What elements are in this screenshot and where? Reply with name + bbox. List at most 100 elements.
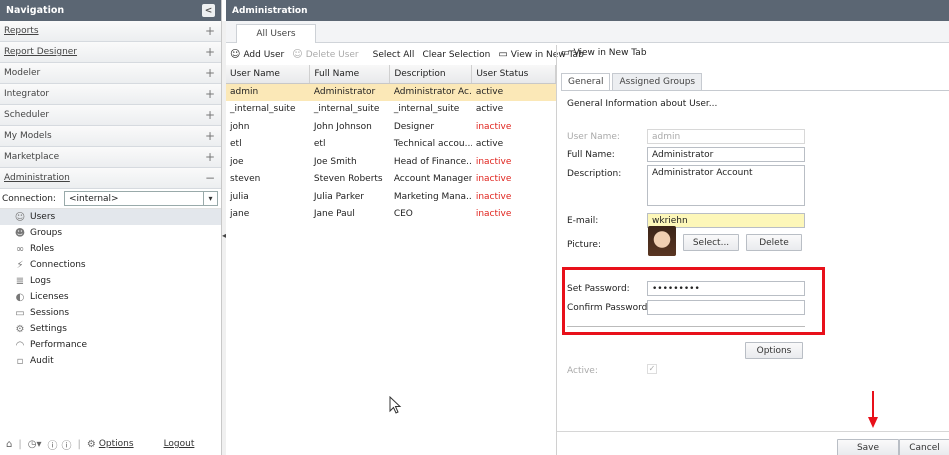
save-button[interactable]: Save bbox=[837, 439, 899, 455]
audit-icon: ▫ bbox=[16, 355, 24, 367]
collapse-icon[interactable]: − bbox=[205, 171, 215, 185]
tab-general[interactable]: General bbox=[561, 73, 611, 90]
table-row[interactable]: joe Joe Smith Head of Finance... inactiv… bbox=[226, 153, 556, 171]
add-user-button[interactable]: ☺ Add User bbox=[230, 49, 284, 60]
options-link[interactable]: Options bbox=[99, 439, 134, 449]
cell-status: inactive bbox=[475, 209, 512, 220]
tab-all-users[interactable]: All Users bbox=[236, 24, 316, 43]
table-row[interactable]: jane Jane Paul CEO inactive bbox=[226, 206, 556, 224]
cancel-button[interactable]: Cancel bbox=[899, 439, 949, 455]
mouse-cursor-icon bbox=[389, 396, 402, 414]
options-button[interactable]: Options bbox=[745, 342, 803, 359]
tab-bar: All Users bbox=[226, 21, 949, 43]
clear-selection-button[interactable]: Clear Selection bbox=[422, 50, 490, 60]
admin-item-sessions[interactable]: ▭ Sessions bbox=[0, 305, 221, 321]
user-detail-panel: ▭ View in New Tab General Assigned Group… bbox=[556, 45, 949, 455]
navigation-footer: ⌂ | ◷▾ ⓘ ⓘ | ⚙ Options Logout bbox=[6, 437, 195, 452]
admin-item-groups[interactable]: ☻ Groups bbox=[0, 225, 221, 241]
nav-section-scheduler[interactable]: Scheduler + bbox=[0, 105, 221, 126]
set-password-field[interactable]: ••••••••• bbox=[647, 281, 805, 296]
table-row[interactable]: _internal_suite _internal_suite _interna… bbox=[226, 101, 556, 119]
expand-icon[interactable]: + bbox=[205, 129, 215, 143]
column-header-description[interactable]: Description bbox=[389, 65, 473, 84]
logout-link[interactable]: Logout bbox=[164, 439, 195, 449]
confirm-password-field[interactable] bbox=[647, 300, 805, 315]
nav-section-integrator[interactable]: Integrator + bbox=[0, 84, 221, 105]
column-header-user-name[interactable]: User Name bbox=[226, 65, 311, 84]
expand-icon[interactable]: + bbox=[205, 150, 215, 164]
connection-label: Connection: bbox=[2, 193, 56, 204]
cell-user-name: _internal_suite bbox=[230, 104, 296, 115]
cell-user-name: etl bbox=[230, 139, 242, 150]
full-name-field[interactable]: Administrator bbox=[647, 147, 805, 162]
nav-section-modeler[interactable]: Modeler + bbox=[0, 63, 221, 84]
view-new-tab-button[interactable]: ▭ View in New Tab bbox=[561, 48, 647, 58]
sessions-icon: ▭ bbox=[15, 307, 25, 319]
home-icon[interactable]: ⌂ bbox=[6, 439, 12, 450]
divider bbox=[567, 326, 805, 327]
tab-assigned-groups[interactable]: Assigned Groups bbox=[612, 73, 703, 90]
table-row[interactable]: julia Julia Parker Marketing Mana... ina… bbox=[226, 188, 556, 206]
cell-status: active bbox=[475, 139, 504, 150]
admin-item-connections[interactable]: ⚡ Connections bbox=[0, 257, 221, 273]
admin-item-roles[interactable]: ∞ Roles bbox=[0, 241, 221, 257]
cell-user-name: steven bbox=[230, 174, 261, 185]
expand-icon[interactable]: + bbox=[205, 45, 215, 59]
table-row[interactable]: john John Johnson Designer inactive bbox=[226, 118, 556, 136]
delete-user-button[interactable]: ☺ Delete User bbox=[292, 49, 358, 60]
admin-item-performance[interactable]: ◠ Performance bbox=[0, 337, 221, 353]
description-field[interactable]: Administrator Account bbox=[647, 165, 805, 206]
expand-icon[interactable]: + bbox=[205, 24, 215, 38]
navigation-title: Navigation bbox=[6, 5, 65, 16]
select-all-button[interactable]: Select All bbox=[373, 50, 415, 60]
admin-item-logs[interactable]: ≣ Logs bbox=[0, 273, 221, 289]
collapse-nav-button[interactable]: < bbox=[202, 4, 215, 17]
expand-icon[interactable]: + bbox=[205, 108, 215, 122]
add-user-label: Add User bbox=[243, 49, 285, 60]
admin-item-audit[interactable]: ▫ Audit bbox=[0, 353, 221, 369]
delete-picture-button[interactable]: Delete bbox=[746, 234, 802, 251]
select-picture-button[interactable]: Select... bbox=[683, 234, 739, 251]
users-toolbar: ☺ Add User ☺ Delete User Select All Clear … bbox=[226, 45, 584, 64]
table-header-row: User Name Full Name Description User Sta… bbox=[226, 65, 556, 84]
groups-icon: ☻ bbox=[14, 227, 26, 239]
cell-user-name: john bbox=[230, 121, 250, 132]
table-row[interactable]: steven Steven Roberts Account Manager in… bbox=[226, 171, 556, 189]
cell-status: inactive bbox=[475, 121, 512, 132]
table-row[interactable]: admin Administrator Administrator Ac... … bbox=[226, 83, 556, 101]
nav-section-marketplace[interactable]: Marketplace + bbox=[0, 147, 221, 168]
nav-section-reports[interactable]: Reports + bbox=[0, 21, 221, 42]
cell-full-name: Joe Smith bbox=[313, 156, 357, 167]
admin-item-label: Connections bbox=[30, 260, 86, 270]
table-row[interactable]: etl etl Technical accou... active bbox=[226, 136, 556, 154]
admin-item-licenses[interactable]: ◐ Licenses bbox=[0, 289, 221, 305]
chevron-down-icon[interactable]: ▾ bbox=[202, 192, 217, 205]
history-icon[interactable]: ◷▾ bbox=[28, 439, 42, 450]
connection-select[interactable]: <internal> ▾ bbox=[63, 191, 218, 206]
admin-item-label: Licenses bbox=[30, 292, 69, 302]
admin-item-label: Performance bbox=[30, 340, 88, 350]
nav-section-administration[interactable]: Administration − bbox=[0, 168, 221, 189]
help-icon[interactable]: ⓘ bbox=[47, 437, 57, 452]
nav-section-my-models[interactable]: My Models + bbox=[0, 126, 221, 147]
connection-row: Connection: <internal> ▾ bbox=[0, 189, 221, 209]
column-header-user-status[interactable]: User Status bbox=[471, 65, 556, 84]
admin-item-label: Settings bbox=[30, 324, 67, 334]
nav-section-report-designer[interactable]: Report Designer + bbox=[0, 42, 221, 63]
cell-full-name: Jane Paul bbox=[313, 209, 355, 220]
set-password-label: Set Password: bbox=[567, 284, 630, 294]
column-header-full-name[interactable]: Full Name bbox=[309, 65, 391, 84]
splitter-arrow-icon[interactable]: ◂ bbox=[222, 231, 226, 240]
gear-icon[interactable]: ⚙ bbox=[87, 439, 96, 450]
expand-icon[interactable]: + bbox=[205, 87, 215, 101]
admin-item-users[interactable]: ☺ Users bbox=[0, 209, 221, 225]
cell-status: active bbox=[471, 83, 556, 101]
expand-icon[interactable]: + bbox=[205, 66, 215, 80]
nav-section-label: Reports bbox=[4, 26, 39, 36]
info-icon[interactable]: ⓘ bbox=[61, 437, 71, 452]
settings-icon: ⚙ bbox=[15, 323, 25, 335]
admin-item-label: Roles bbox=[30, 244, 55, 254]
picture-label: Picture: bbox=[567, 240, 601, 250]
users-icon: ☺ bbox=[14, 211, 26, 223]
admin-item-settings[interactable]: ⚙ Settings bbox=[0, 321, 221, 337]
